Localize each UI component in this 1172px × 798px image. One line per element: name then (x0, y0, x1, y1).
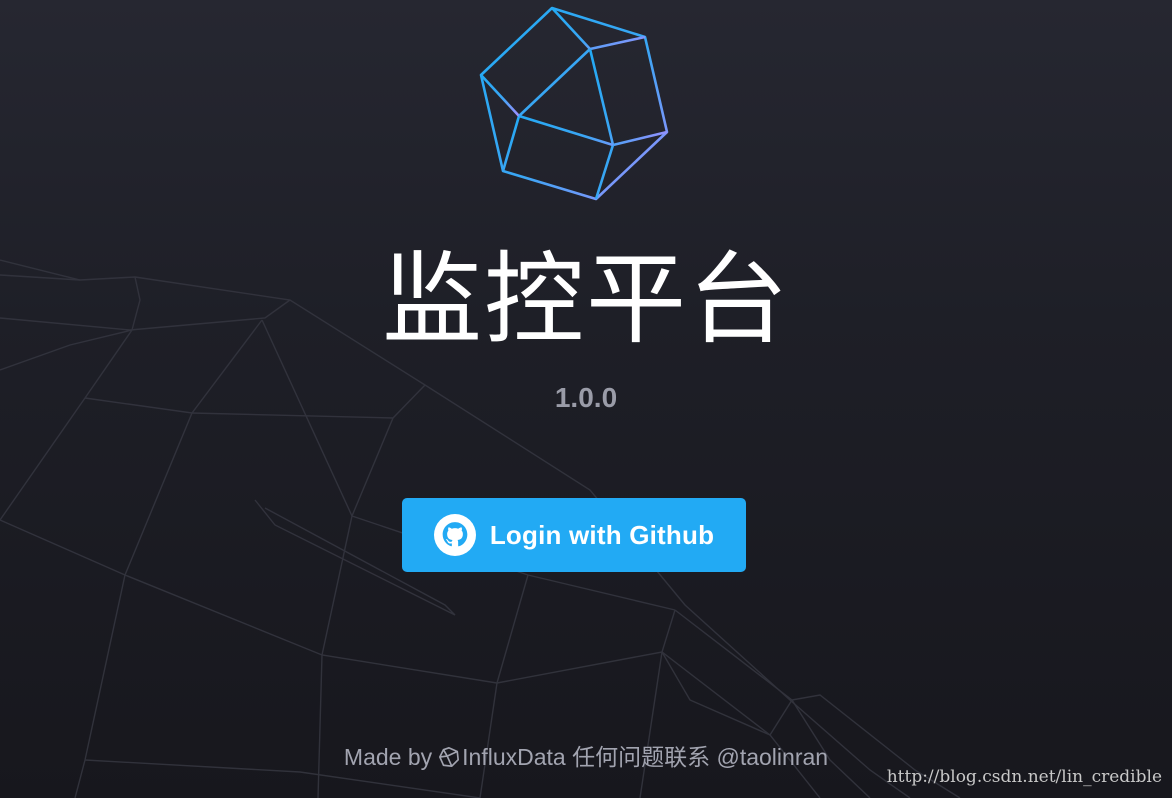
github-icon (433, 514, 476, 556)
version-label: 1.0.0 (554, 382, 618, 413)
login-page: 监控平台 1.0.0 Login with Github Made by Inf… (0, 0, 1172, 798)
app-logo (479, 6, 669, 201)
footer-brand-link[interactable]: InfluxData (462, 740, 566, 774)
login-button-label: Login with Github (489, 519, 715, 550)
influxdata-icon (439, 747, 460, 767)
login-with-github-button[interactable]: Login with Github (402, 498, 746, 572)
page-title: 监控平台 (382, 241, 790, 358)
footer-contact: 任何问题联系 @taolinran (572, 744, 829, 770)
footer-prefix: Made by (343, 744, 433, 770)
watermark-url: http://blog.csdn.net/lin_credible (886, 767, 1162, 787)
